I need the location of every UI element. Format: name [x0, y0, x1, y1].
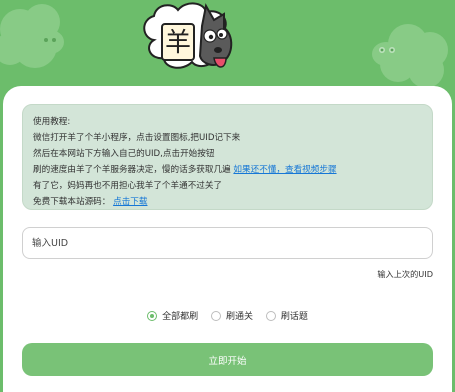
page: 羊 使用教程: 微信打开羊了个羊小程序，点击设置图标,把UID记下来 然后在本网…: [0, 0, 455, 392]
tutorial-line-3-text: 刷的速度由羊了个羊服务器决定，慢的话多获取几遍: [33, 165, 231, 175]
mode-label-all: 全部都刷: [162, 312, 199, 322]
radio-unchecked-icon: [265, 310, 276, 321]
tutorial-line-1: 微信打开羊了个羊小程序，点击设置图标,把UID记下来: [33, 133, 241, 143]
tutorial-line-2: 然后在本网站下方输入自己的UID,点击开始按钮: [33, 149, 215, 159]
mode-radio-all[interactable]: 全部都刷: [147, 309, 198, 322]
mascot-sheep-icon: 羊: [143, 2, 233, 69]
uid-input[interactable]: [22, 227, 433, 259]
mode-label-clear: 刷通关: [225, 312, 253, 322]
download-source-link[interactable]: 点击下载: [113, 197, 147, 207]
last-uid-link[interactable]: 输入上次的UID: [377, 268, 433, 280]
mascot-character: 羊: [165, 28, 191, 58]
tutorial-title: 使用教程:: [33, 117, 71, 127]
mode-radio-clear[interactable]: 刷通关: [210, 309, 253, 322]
video-steps-link[interactable]: 如果还不懂，查看视频步骤: [233, 165, 336, 175]
mode-radio-group: 全部都刷 刷通关 刷话题: [0, 309, 455, 324]
tutorial-box: 使用教程: 微信打开羊了个羊小程序，点击设置图标,把UID记下来 然后在本网站下…: [22, 104, 433, 210]
mode-radio-topic[interactable]: 刷话题: [265, 309, 308, 322]
background-sheep-right-icon: [372, 24, 448, 88]
tutorial-line-5-text: 免费下载本站源码：: [33, 197, 111, 207]
radio-unchecked-icon: [210, 310, 221, 321]
tutorial-line-3: 刷的速度由羊了个羊服务器决定，慢的话多获取几遍 如果还不懂，查看视频步骤: [33, 162, 422, 178]
background-sheep-left-icon: [0, 4, 64, 68]
mode-label-topic: 刷话题: [280, 312, 308, 322]
tutorial-line-4: 有了它，妈妈再也不用担心我羊了个羊通不过关了: [33, 181, 223, 191]
radio-checked-icon: [147, 310, 158, 321]
tutorial-line-5: 免费下载本站源码： 点击下载: [33, 194, 422, 210]
start-button[interactable]: 立即开始: [22, 343, 433, 376]
